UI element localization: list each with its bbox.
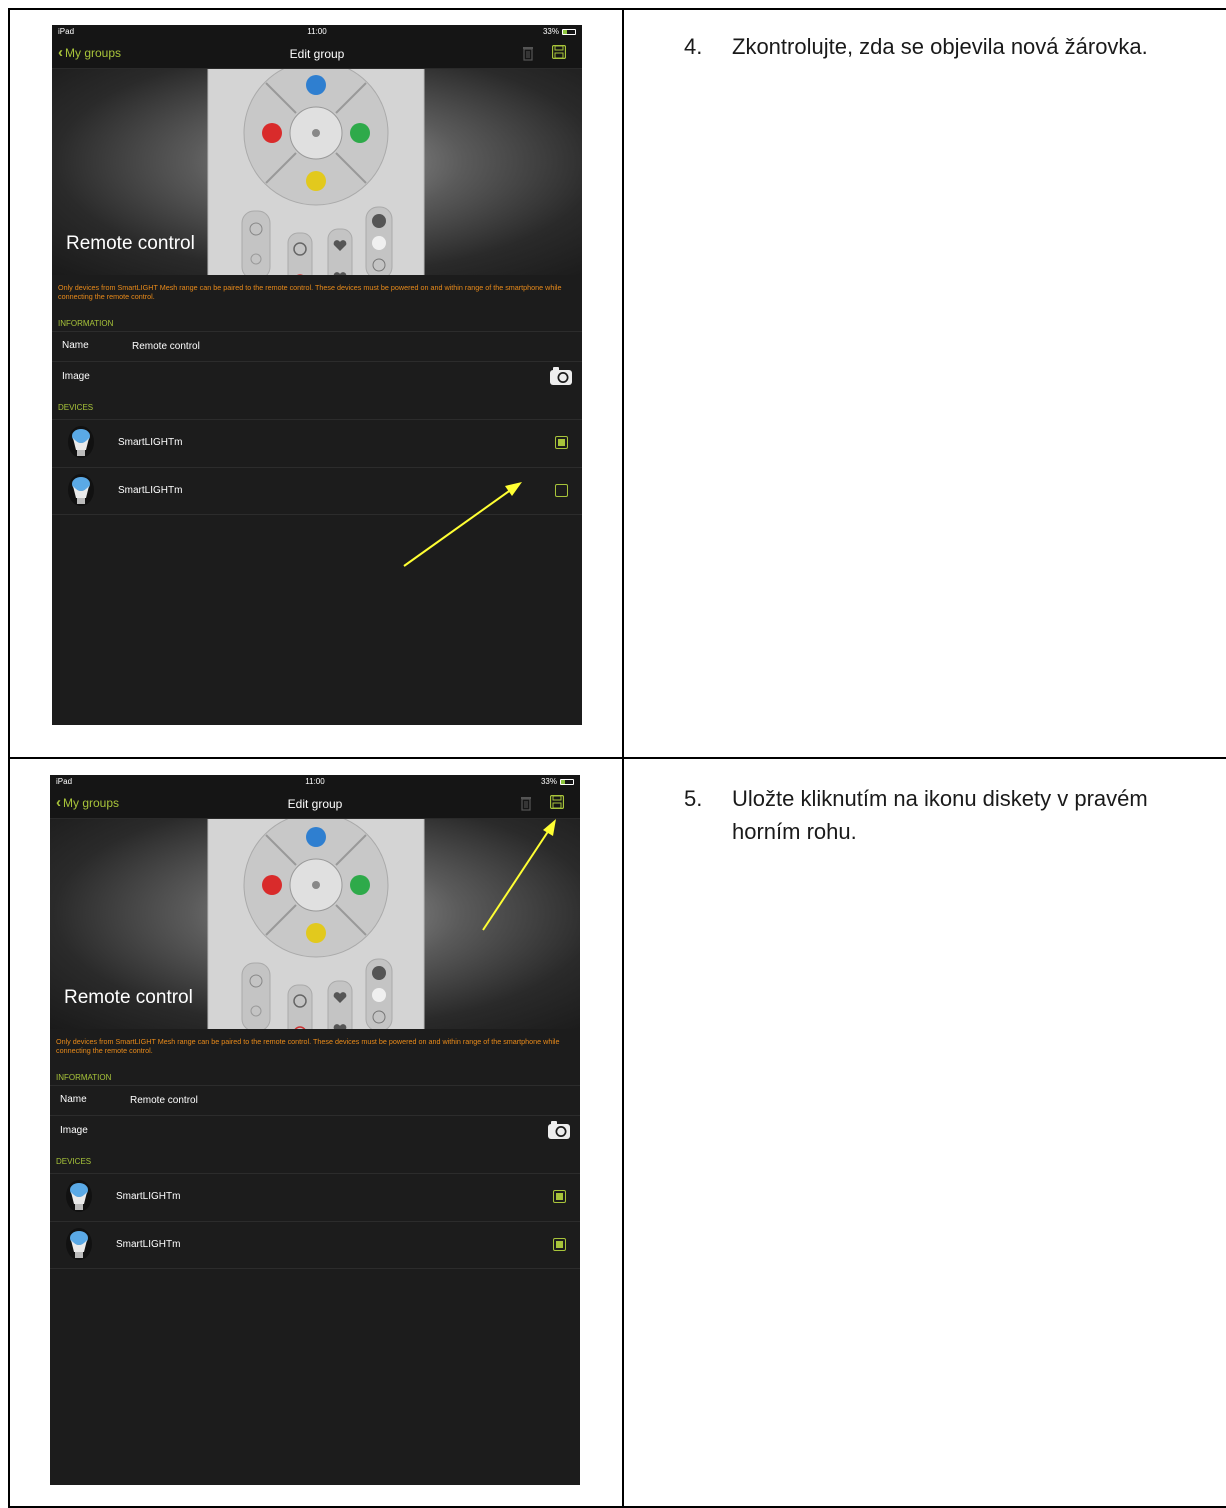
device-checkbox-unchecked[interactable]: [555, 484, 568, 497]
name-row[interactable]: Name Remote control: [52, 331, 582, 361]
group-title: Remote control: [64, 987, 193, 1008]
step-text: Uložte kliknutím na ikonu diskety v prav…: [732, 786, 1148, 844]
image-row[interactable]: Image: [50, 1115, 580, 1145]
battery-icon: [560, 778, 574, 785]
section-header-information: INFORMATION: [58, 319, 114, 328]
trash-icon[interactable]: [520, 795, 532, 811]
nav-title: Edit group: [287, 797, 343, 811]
name-label: Name: [62, 340, 89, 351]
pairing-notice: Only devices from SmartLIGHT Mesh range …: [52, 275, 582, 309]
nav-bar: ‹ My groups Edit group: [52, 39, 582, 69]
battery-percent: 33%: [540, 777, 557, 786]
save-floppy-icon[interactable]: [550, 795, 564, 809]
step-number: 4.: [684, 34, 703, 59]
device-checkbox-checked[interactable]: [553, 1190, 566, 1203]
bulb-icon: [66, 1180, 92, 1212]
device-row[interactable]: SmartLIGHTm: [52, 467, 582, 515]
step-4: 4. Zkontrolujte, zda se objevila nová žá…: [684, 30, 1164, 63]
camera-icon[interactable]: [548, 1120, 570, 1140]
clock: 11:00: [307, 27, 327, 36]
device-row[interactable]: SmartLIGHTm: [52, 419, 582, 467]
bulb-icon: [68, 426, 94, 458]
bulb-icon: [66, 1228, 92, 1260]
device-name: SmartLIGHTm: [116, 1239, 181, 1250]
section-header-devices: DEVICES: [58, 403, 94, 412]
group-hero-image: Remote control: [52, 69, 582, 275]
nav-title: Edit group: [289, 47, 345, 61]
nav-bar: ‹ My groups Edit group: [50, 789, 580, 819]
bulb-icon: [68, 474, 94, 506]
name-value[interactable]: Remote control: [132, 341, 200, 352]
section-header-information: INFORMATION: [56, 1073, 112, 1082]
step-5: 5. Uložte kliknutím na ikonu diskety v p…: [684, 782, 1164, 848]
clock: 11:00: [305, 777, 325, 786]
name-label: Name: [60, 1094, 87, 1105]
image-row[interactable]: Image: [52, 361, 582, 391]
name-row[interactable]: Name Remote control: [50, 1085, 580, 1115]
status-bar: iPad 11:00 33%: [50, 775, 580, 789]
device-checkbox-checked[interactable]: [553, 1238, 566, 1251]
device-checkbox-checked[interactable]: [555, 436, 568, 449]
step-number: 5.: [684, 786, 703, 811]
battery-percent: 33%: [542, 27, 559, 36]
device-name: SmartLIGHTm: [118, 437, 183, 448]
battery-icon: [562, 28, 576, 35]
table-row-divider: [8, 757, 1226, 759]
device-row[interactable]: SmartLIGHTm: [50, 1221, 580, 1269]
device-name: SmartLIGHTm: [118, 485, 183, 496]
battery-status: 33%: [541, 777, 574, 786]
image-label: Image: [62, 371, 90, 382]
save-floppy-icon[interactable]: [552, 45, 566, 59]
ipad-screenshot-2: iPad 11:00 33% ‹ My groups Edit group Re…: [50, 775, 580, 1485]
section-header-devices: DEVICES: [56, 1157, 92, 1166]
device-name: SmartLIGHTm: [116, 1191, 181, 1202]
name-value[interactable]: Remote control: [130, 1095, 198, 1106]
status-bar: iPad 11:00 33%: [52, 25, 582, 39]
battery-status: 33%: [543, 27, 576, 36]
group-title: Remote control: [66, 233, 195, 254]
device-row[interactable]: SmartLIGHTm: [50, 1173, 580, 1221]
trash-icon[interactable]: [522, 45, 534, 61]
ipad-screenshot-1: iPad 11:00 33% ‹ My groups Edit group Re…: [52, 25, 582, 725]
group-hero-image: Remote control: [50, 819, 580, 1029]
step-text: Zkontrolujte, zda se objevila nová žárov…: [732, 34, 1148, 59]
camera-icon[interactable]: [550, 366, 572, 386]
image-label: Image: [60, 1125, 88, 1136]
pairing-notice: Only devices from SmartLIGHT Mesh range …: [50, 1029, 580, 1063]
